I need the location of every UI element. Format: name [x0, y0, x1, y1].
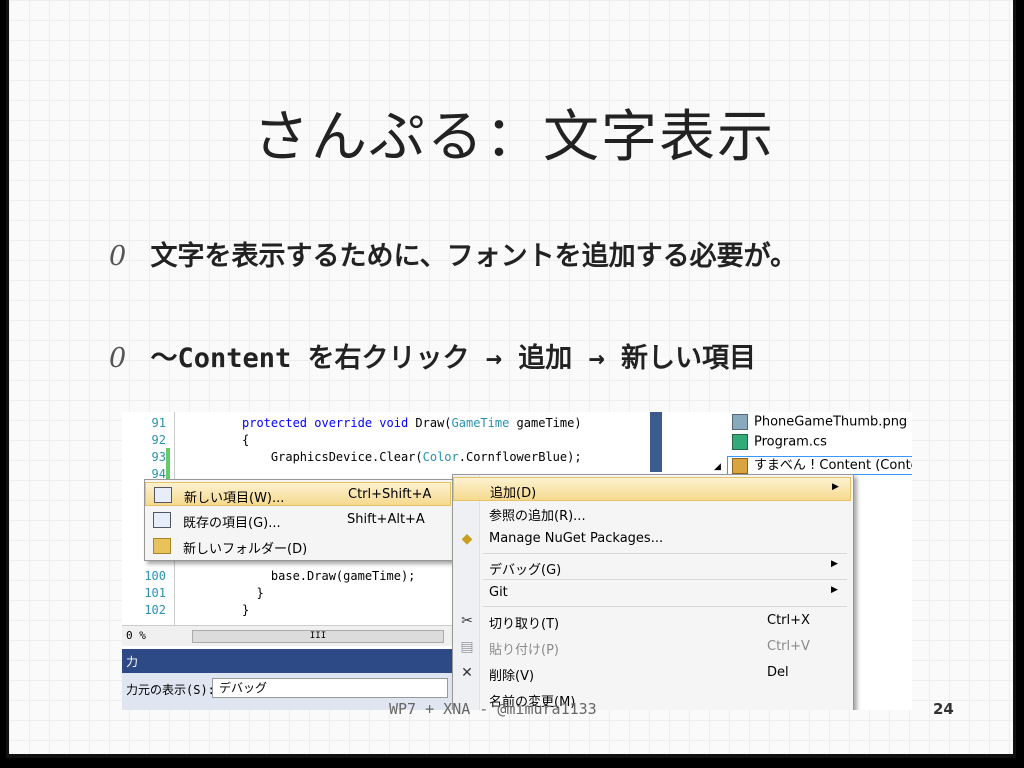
- bullet-item: 0 ～Content を右クリック → 追加 → 新しい項目: [109, 336, 756, 375]
- zoom-level[interactable]: 0 %: [126, 629, 146, 642]
- menu-item-nuget[interactable]: ◆ Manage NuGet Packages...: [453, 527, 851, 551]
- slide-title: さんぷる：文字表示: [253, 105, 775, 170]
- submenu-arrow-icon: ▶: [831, 585, 838, 595]
- menu-item-label: 参照の追加(R)...: [489, 509, 586, 524]
- menu-item-shortcut: Shift+Alt+A: [347, 512, 425, 527]
- code-line: }: [242, 603, 250, 617]
- menu-item-label: 新しいフォルダー(D): [183, 542, 308, 557]
- menu-item-label: デバッグ(G): [489, 563, 562, 578]
- submenu-arrow-icon: ▶: [832, 482, 839, 492]
- menu-item-label: 新しい項目(W)...: [184, 491, 285, 506]
- solution-item-selected[interactable]: ◢ すまべん ! Content (Content): [714, 454, 912, 475]
- menu-item-shortcut: Ctrl+Shift+A: [348, 487, 432, 502]
- existing-item-icon: [153, 512, 171, 528]
- bullet-text: 文字を表示するために、フォントを追加する必要が。: [150, 241, 798, 272]
- line-number: 92: [151, 433, 166, 447]
- new-item-icon: [154, 487, 172, 503]
- solution-explorer: PhoneGameThumb.png Program.cs ◢ すまべん ! Co…: [650, 412, 912, 475]
- code-line: protected override void Draw(GameTime ga…: [242, 416, 582, 430]
- bullet-mark: 0: [109, 241, 127, 272]
- menu-item-shortcut: Del: [767, 665, 789, 680]
- solution-item-label: すまべん ! Content (Content): [753, 458, 912, 473]
- line-number: 101: [144, 586, 166, 600]
- menu-item-label: 切り取り(T): [489, 617, 560, 632]
- menu-separator: [483, 579, 847, 580]
- menu-item-label: 追加(D): [490, 486, 537, 501]
- submenu-arrow-icon: ▶: [831, 559, 838, 569]
- menu-item-label: 貼り付け(P): [489, 643, 559, 658]
- bullet-text: ～Content を右クリック → 追加 → 新しい項目: [150, 343, 757, 374]
- line-number: 93: [151, 450, 166, 464]
- menu-item-add-reference[interactable]: 参照の追加(R)...: [453, 501, 851, 525]
- scrollbar-thumb[interactable]: III: [192, 630, 444, 643]
- line-number: 100: [144, 569, 166, 583]
- menu-item-paste[interactable]: ▤ 貼り付け(P) Ctrl+V: [453, 635, 851, 659]
- folder-icon: [153, 538, 171, 554]
- add-submenu: 新しい項目(W)... Ctrl+Shift+A 既存の項目(G)... Shi…: [144, 479, 454, 561]
- code-line: {: [242, 433, 250, 447]
- menu-item-shortcut: Ctrl+V: [767, 639, 810, 654]
- menu-item-shortcut: Ctrl+X: [767, 613, 810, 628]
- slide-footer: WP7 + XNA - @mimura1133: [389, 700, 597, 718]
- menu-item-label: Manage NuGet Packages...: [489, 531, 664, 546]
- line-number: 91: [151, 416, 166, 430]
- menu-item-delete[interactable]: ✕ 削除(V) Del: [453, 661, 851, 685]
- image-icon: [732, 414, 748, 430]
- content-project-icon: [731, 457, 748, 474]
- menu-item-label: 削除(V): [489, 669, 535, 684]
- slide: さんぷる：文字表示 0 文字を表示するために、フォントを追加する必要が。 0 ～…: [6, 0, 1016, 758]
- context-menu: 追加(D) ▶ 参照の追加(R)... ◆ Manage NuGet Packa…: [452, 474, 854, 710]
- menu-item-cut[interactable]: ✂ 切り取り(T) Ctrl+X: [453, 609, 851, 633]
- solution-item[interactable]: PhoneGameThumb.png: [732, 414, 907, 430]
- menu-item-git[interactable]: Git ▶: [453, 581, 851, 605]
- menu-item-add[interactable]: 追加(D) ▶: [453, 477, 851, 501]
- output-source-label: 力元の表示(S):: [126, 683, 215, 697]
- delete-icon: ✕: [461, 665, 473, 681]
- code-line: GraphicsDevice.Clear(Color.CornflowerBlu…: [242, 450, 582, 464]
- expand-arrow-icon: ◢: [714, 462, 721, 472]
- menu-item-label: 既存の項目(G)...: [183, 516, 281, 531]
- output-source-select[interactable]: デバッグ: [212, 678, 448, 698]
- solution-item-label: PhoneGameThumb.png: [754, 414, 908, 430]
- bullet-mark: 0: [109, 343, 127, 374]
- menu-item-debug[interactable]: デバッグ(G) ▶: [453, 555, 851, 579]
- menu-item-new-item[interactable]: 新しい項目(W)... Ctrl+Shift+A: [145, 482, 451, 506]
- page-number: 24: [933, 700, 954, 718]
- menu-item-existing-item[interactable]: 既存の項目(G)... Shift+Alt+A: [145, 508, 451, 532]
- output-panel-title: 力: [126, 655, 139, 669]
- menu-item-label: Git: [489, 585, 508, 600]
- embedded-screenshot: 91 protected override void Draw(GameTime…: [122, 412, 912, 710]
- menu-item-new-folder[interactable]: 新しいフォルダー(D): [145, 534, 451, 558]
- solution-item[interactable]: Program.cs: [732, 434, 827, 450]
- code-line: base.Draw(gameTime);: [242, 569, 416, 583]
- solution-item-label: Program.cs: [754, 434, 827, 450]
- nuget-icon: ◆: [461, 531, 473, 547]
- menu-separator: [483, 606, 847, 607]
- paste-icon: ▤: [460, 639, 474, 655]
- menu-separator: [483, 553, 847, 554]
- line-number: 102: [144, 603, 166, 617]
- scissors-icon: ✂: [461, 613, 473, 629]
- bullet-item: 0 文字を表示するために、フォントを追加する必要が。: [109, 234, 797, 273]
- csharp-file-icon: [732, 434, 748, 450]
- code-line: }: [242, 586, 264, 600]
